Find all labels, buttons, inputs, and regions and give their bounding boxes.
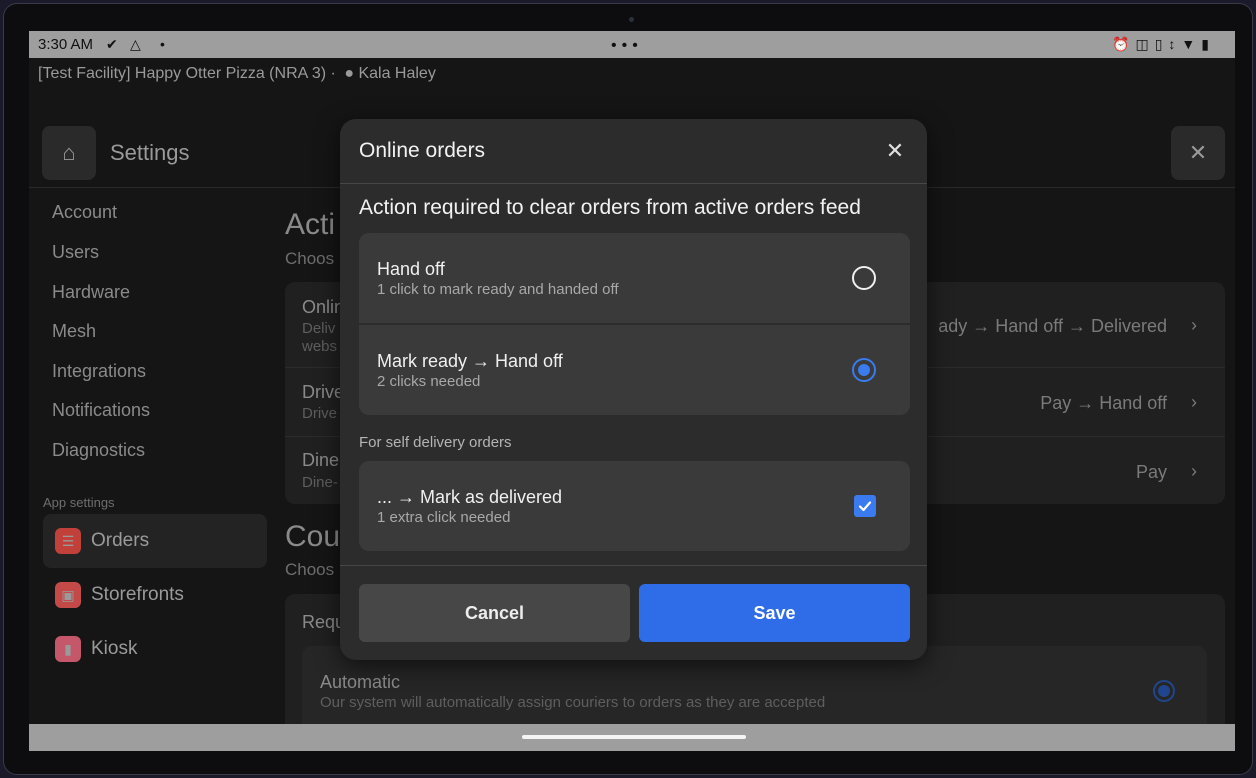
alarm-icon: ⏰ — [1112, 36, 1130, 52]
check-icon — [858, 501, 872, 512]
shield-icon: △ — [130, 36, 141, 52]
sidebar-item-account[interactable]: Account — [52, 202, 117, 223]
section-subtitle-couriers: Choos — [285, 560, 335, 579]
wifi-icon: ▼ — [1181, 36, 1196, 52]
cast-icon: ◫ — [1135, 36, 1149, 52]
option-label: ... → Mark as delivered — [377, 487, 563, 507]
multitask-dots[interactable]: ••• — [611, 37, 643, 55]
sidebar-item-label: Kiosk — [91, 638, 138, 659]
chevron-right-icon: › — [1191, 392, 1197, 412]
row-label: Onlin — [302, 297, 345, 317]
vibrate-icon: ▯ — [1154, 36, 1163, 52]
dot-icon: • — [160, 36, 165, 52]
status-icons: ⏰ ◫ ▯ ↕ ▼ ▮ — [1112, 36, 1209, 53]
check-circle-icon: ✔ — [106, 36, 118, 52]
app-settings-label: App settings — [43, 495, 115, 510]
storefront-icon: ▣ — [55, 582, 81, 608]
dialog-title: Online orders — [359, 139, 486, 162]
separator: · — [330, 65, 336, 82]
automatic-radio[interactable] — [1153, 680, 1175, 702]
front-camera — [629, 17, 634, 22]
dialog-close-button[interactable]: ✕ — [881, 137, 909, 165]
courier-required-label: Requ — [302, 612, 346, 632]
row-sub: Deliv — [302, 320, 336, 337]
mark-ready-radio[interactable] — [852, 358, 876, 382]
sidebar-item-mesh[interactable]: Mesh — [52, 321, 96, 342]
hand-off-radio[interactable] — [852, 266, 876, 290]
tablet-frame: 3:30 AM ✔ △ • ••• ⏰ ◫ ▯ ↕ ▼ ▮ [Test Faci… — [3, 3, 1253, 775]
section-title-couriers: Cou — [285, 520, 341, 553]
self-delivery-option[interactable]: ... → Mark as delivered 1 extra click ne… — [359, 461, 910, 551]
sidebar-item-hardware[interactable]: Hardware — [52, 282, 130, 303]
home-gesture-handle[interactable] — [522, 735, 746, 739]
section-title-actions: Acti — [285, 208, 336, 241]
row-sub: Dine- — [302, 474, 338, 491]
dialog-heading: Action required to clear orders from act… — [359, 196, 861, 219]
online-orders-dialog: Online orders ✕ Action required to clear… — [340, 119, 927, 660]
divider — [340, 183, 927, 184]
orders-icon: ☰ — [55, 528, 81, 554]
option-label: Hand off — [377, 259, 445, 279]
self-delivery-caption: For self delivery orders — [359, 434, 512, 451]
chevron-right-icon: › — [1191, 461, 1197, 481]
sidebar-item-users[interactable]: Users — [52, 242, 99, 263]
screen: 3:30 AM ✔ △ • ••• ⏰ ◫ ▯ ↕ ▼ ▮ [Test Faci… — [29, 31, 1235, 751]
row-label: Drive — [302, 382, 345, 402]
section-subtitle-actions: Choos — [285, 249, 335, 268]
sidebar-item-storefronts[interactable]: ▣ Storefronts — [43, 568, 267, 622]
status-bar: 3:30 AM ✔ △ • ••• ⏰ ◫ ▯ ↕ ▼ ▮ — [29, 31, 1235, 58]
option-sub: 1 extra click needed — [377, 509, 511, 526]
close-icon: ✕ — [885, 138, 905, 163]
sidebar-item-label: Orders — [91, 530, 150, 551]
chevron-right-icon: › — [1191, 315, 1197, 335]
sidebar-item-diagnostics[interactable]: Diagnostics — [52, 440, 145, 461]
home-button[interactable]: ⌂ — [42, 126, 96, 180]
divider — [340, 565, 927, 566]
facility-name: [Test Facility] Happy Otter Pizza (NRA 3… — [38, 65, 327, 82]
facility-bar: [Test Facility] Happy Otter Pizza (NRA 3… — [38, 65, 436, 83]
option-label: Mark ready → Hand off — [377, 351, 563, 371]
option-hand-off[interactable]: Hand off 1 click to mark ready and hande… — [359, 233, 910, 323]
battery-icon: ▮ — [1201, 36, 1209, 52]
user-icon: ● — [344, 65, 354, 82]
option-sub: 1 click to mark ready and handed off — [377, 281, 619, 298]
row-sub: webs — [302, 338, 338, 355]
page-title: Settings — [110, 140, 190, 165]
save-button[interactable]: Save — [639, 584, 910, 642]
row-flow: ady → Hand off → Delivered — [938, 316, 1167, 336]
home-icon: ⌂ — [62, 140, 76, 165]
sidebar-item-orders[interactable]: ☰ Orders — [43, 514, 267, 568]
sidebar-item-integrations[interactable]: Integrations — [52, 361, 146, 382]
status-time: 3:30 AM — [38, 36, 94, 53]
cancel-button[interactable]: Cancel — [359, 584, 630, 642]
option-mark-ready-hand-off[interactable]: Mark ready → Hand off 2 clicks needed — [359, 325, 910, 415]
sidebar-item-label: Storefronts — [91, 584, 184, 605]
row-flow: Pay → Hand off — [1040, 393, 1167, 413]
clear-action-options: Hand off 1 click to mark ready and hande… — [359, 233, 910, 415]
close-icon: ✕ — [1188, 140, 1208, 165]
row-sub: Drive — [302, 405, 338, 422]
sidebar-item-kiosk[interactable]: ▮ Kiosk — [43, 622, 267, 676]
user-name: Kala Haley — [358, 65, 436, 82]
kiosk-icon: ▮ — [55, 636, 81, 662]
row-label: Dine — [302, 450, 340, 470]
option-sub: Our system will automatically assign cou… — [320, 694, 826, 711]
navigation-bar — [29, 724, 1235, 751]
sidebar-item-notifications[interactable]: Notifications — [52, 400, 150, 421]
row-flow: Pay — [1135, 462, 1167, 482]
mark-delivered-checkbox[interactable] — [854, 495, 876, 517]
option-sub: 2 clicks needed — [377, 373, 481, 390]
option-label: Automatic — [320, 672, 401, 692]
close-settings-button[interactable]: ✕ — [1171, 126, 1225, 180]
data-arrows-icon: ↕ — [1168, 36, 1176, 52]
